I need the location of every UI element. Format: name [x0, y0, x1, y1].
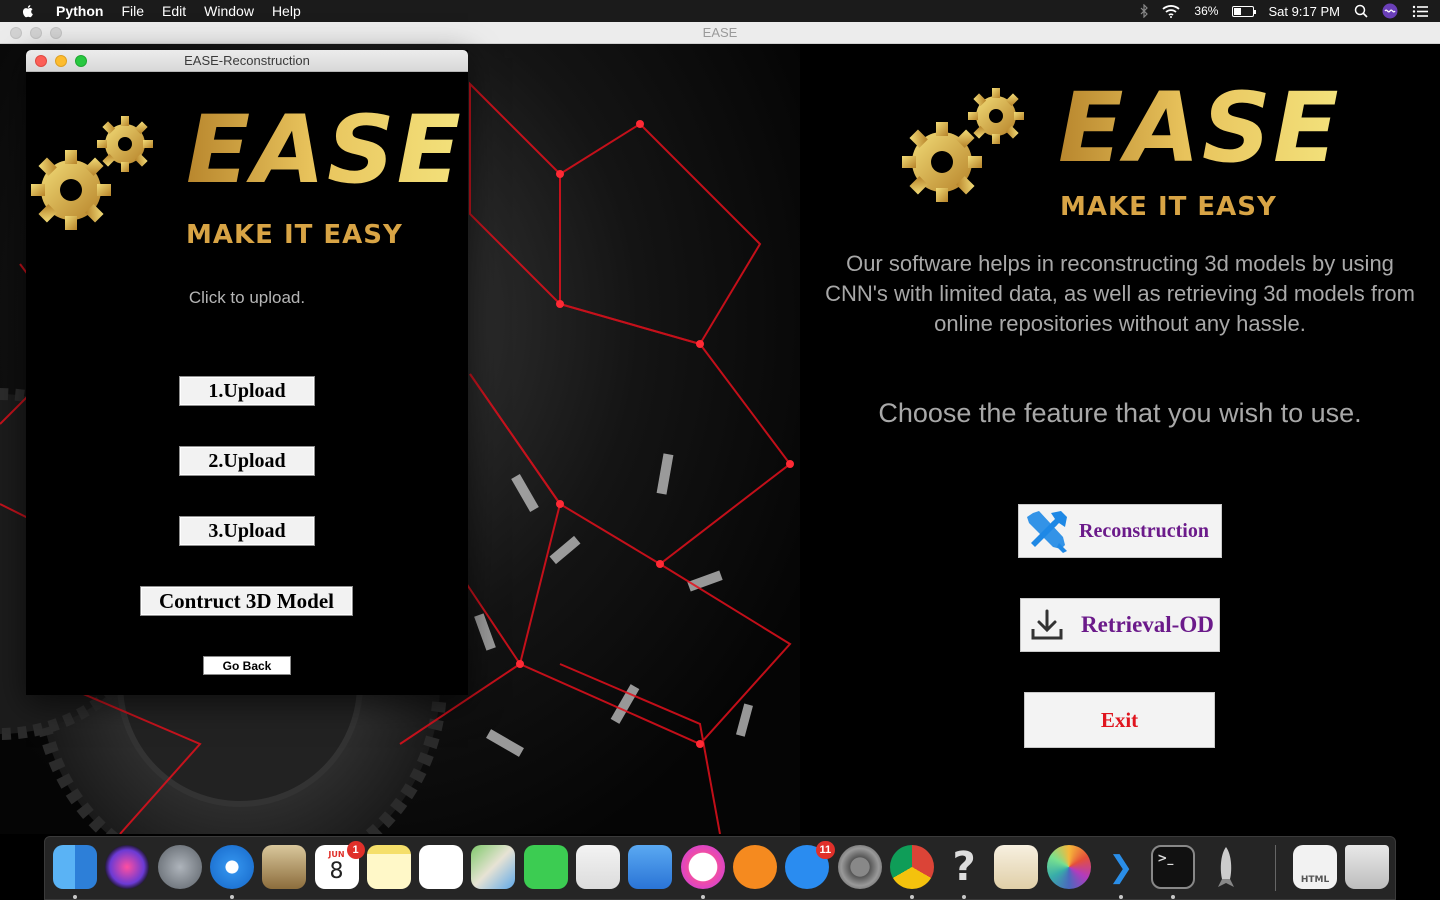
gears-logo-icon — [31, 116, 153, 230]
upload-instruction: Click to upload. — [188, 288, 306, 307]
dock-app-store-icon[interactable]: 11 — [785, 841, 836, 889]
dock-facetime-icon[interactable] — [523, 845, 568, 889]
dock-ibooks-icon[interactable] — [732, 845, 777, 889]
dock-preview-icon[interactable] — [994, 845, 1039, 889]
dock-photos-icon[interactable] — [1046, 845, 1091, 889]
reconstruction-window-title: EASE-Reconstruction — [184, 53, 310, 68]
dock-system-preferences-icon[interactable] — [837, 845, 882, 889]
upload-2-button[interactable]: 2.Upload — [179, 446, 315, 476]
dock-running-indicator — [962, 895, 967, 899]
dock-numbers-icon[interactable] — [576, 845, 620, 889]
dock-running-indicator — [1171, 895, 1176, 899]
download-icon — [1031, 609, 1063, 640]
main-window-title: EASE — [702, 25, 738, 40]
main-window-titlebar: EASE — [0, 22, 1440, 44]
upload-1-button[interactable]: 1.Upload — [179, 376, 315, 406]
dock-running-indicator — [1119, 895, 1123, 899]
dock-maps-icon[interactable] — [471, 845, 516, 889]
construct-3d-model-button[interactable]: Contruct 3D Model — [140, 586, 353, 616]
battery-percent: 36% — [1194, 4, 1219, 18]
battery-fill — [1234, 7, 1241, 15]
battery-icon[interactable] — [1232, 5, 1257, 17]
spotlight-search-icon[interactable] — [1354, 4, 1368, 18]
siri-icon[interactable] — [1382, 3, 1398, 19]
dock-safari-icon[interactable] — [209, 845, 254, 889]
dock-badge: 11 — [815, 841, 836, 859]
dock-mail-icon[interactable] — [262, 845, 307, 889]
main-logo-tagline: MAKE IT EASY — [1060, 192, 1277, 222]
child-logo-tagline: MAKE IT EASY — [186, 220, 403, 250]
dock-chrome-icon[interactable] — [889, 845, 934, 889]
child-logo-wordmark: EASE — [186, 96, 463, 205]
dock-running-indicator — [229, 895, 234, 899]
menu-help[interactable]: Help — [263, 0, 310, 22]
dock-finder-icon[interactable] — [53, 845, 97, 889]
dock-running-indicator — [73, 895, 77, 899]
main-logo-wordmark: EASE — [1058, 72, 1341, 184]
apple-menu-icon[interactable] — [20, 3, 36, 19]
dock-html-file-icon[interactable]: HTML — [1293, 845, 1337, 889]
tools-icon — [1027, 511, 1067, 553]
retrieval-od-label: Retrieval-OD — [1081, 612, 1214, 637]
dock-notes-icon[interactable] — [366, 845, 411, 889]
dock-terminal-icon[interactable]: >_ — [1151, 845, 1196, 889]
upload-3-button[interactable]: 3.Upload — [179, 516, 315, 546]
dock-badge: 1 — [346, 841, 365, 859]
gears-logo-icon — [902, 88, 1024, 202]
notification-center-icon[interactable] — [1412, 5, 1428, 18]
go-back-button[interactable]: Go Back — [203, 656, 291, 675]
dock-separator — [1275, 845, 1276, 891]
exit-label: Exit — [1100, 707, 1139, 732]
reconstruction-label: Reconstruction — [1079, 519, 1209, 542]
reconstruction-window-titlebar: EASE-Reconstruction — [26, 50, 468, 72]
dock: JUN 8 1 11? ❯ >_ HTML — [44, 836, 1396, 900]
dock-itunes-icon[interactable] — [680, 845, 725, 889]
dock-trash-icon[interactable] — [1345, 845, 1389, 889]
bluetooth-icon[interactable] — [1140, 4, 1149, 18]
dock-vscode-icon[interactable]: ❯ — [1099, 845, 1143, 889]
calendar-day: 8 — [329, 859, 344, 884]
dock-calendar-icon[interactable]: JUN 8 1 — [314, 841, 365, 889]
clock[interactable]: Sat 9:17 PM — [1268, 4, 1340, 19]
choose-feature-prompt: Choose the feature that you wish to use. — [878, 398, 1362, 428]
dock-help-question-icon[interactable]: ? — [942, 844, 986, 890]
dock-running-indicator — [909, 895, 914, 899]
wifi-icon[interactable] — [1162, 4, 1181, 18]
software-description: Our software helps in reconstructing 3d … — [825, 251, 1415, 336]
rocket-glyph — [1217, 847, 1234, 887]
menu-bar: Python File Edit Window Help 36% Sat 9:1… — [0, 0, 1440, 22]
dock-rocket-icon[interactable] — [1204, 845, 1248, 889]
menu-file[interactable]: File — [112, 0, 153, 22]
reconstruction-window: EASE-Reconstruction EASE MAKE IT EASY Cl… — [26, 50, 468, 695]
menu-window[interactable]: Window — [195, 0, 263, 22]
html-file-label: HTML — [1300, 875, 1330, 885]
retrieval-od-button[interactable]: Retrieval-OD — [1020, 598, 1220, 652]
reconstruction-button[interactable]: Reconstruction — [1018, 504, 1222, 558]
dock-reminders-icon[interactable] — [419, 845, 464, 889]
menu-app-name[interactable]: Python — [50, 0, 112, 22]
dock-siri-icon[interactable] — [105, 845, 150, 889]
dock-running-indicator — [700, 895, 705, 899]
dock-keynote-icon[interactable] — [628, 845, 673, 889]
menu-edit[interactable]: Edit — [153, 0, 195, 22]
dock-launchpad-icon[interactable] — [157, 845, 202, 889]
exit-button[interactable]: Exit — [1024, 692, 1215, 748]
